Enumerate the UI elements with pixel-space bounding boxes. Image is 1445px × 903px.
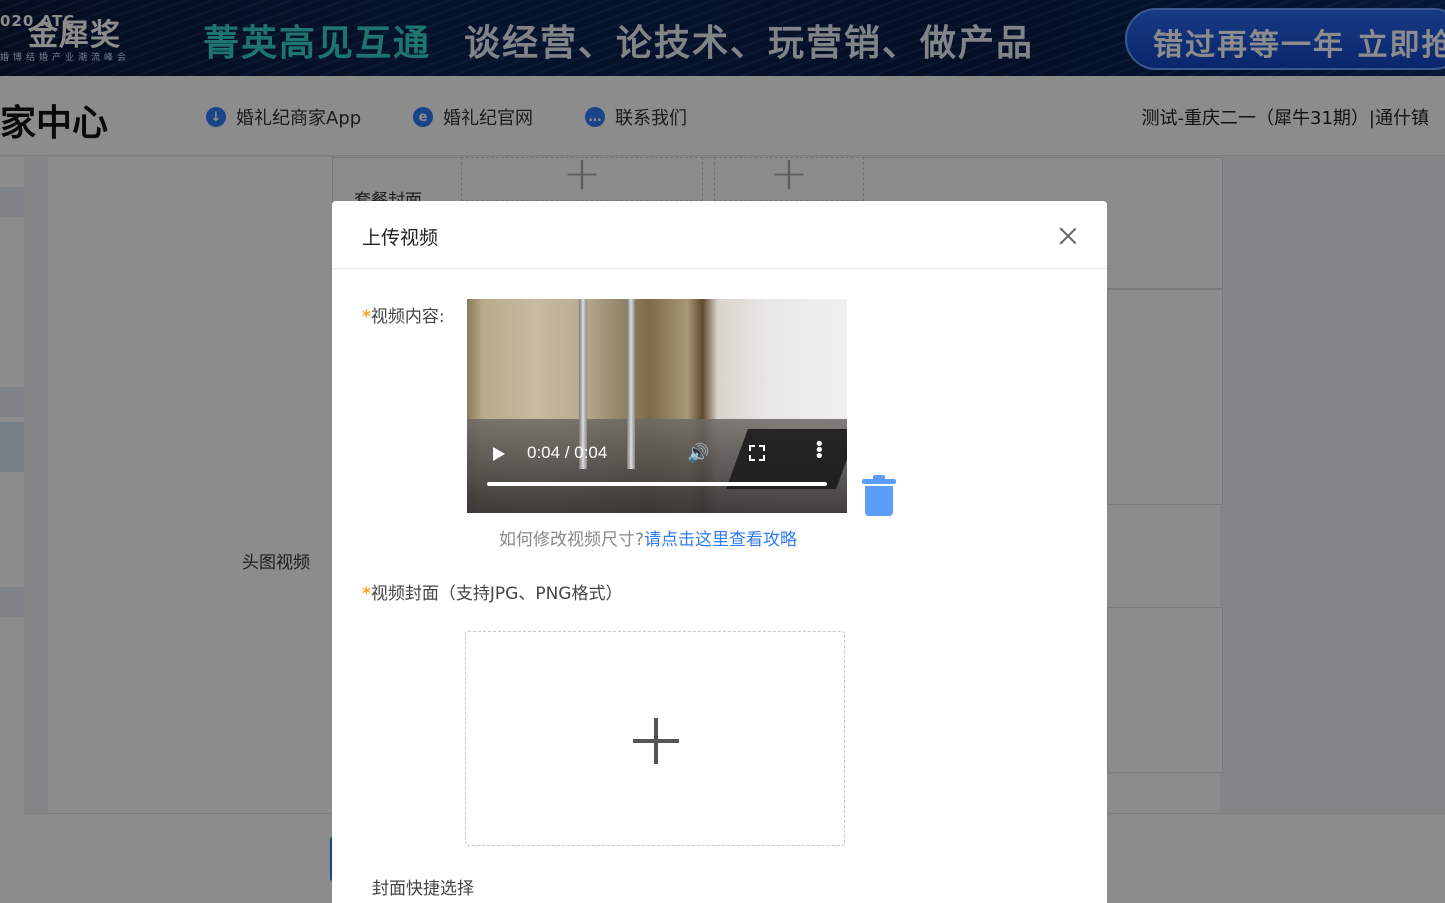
dialog-title: 上传视频 (362, 227, 439, 249)
play-icon[interactable] (493, 447, 505, 461)
plus-icon-vertical (654, 718, 658, 764)
video-player[interactable]: 0:04 / 0:04 🔊 • • • (467, 299, 847, 513)
delete-video-icon[interactable] (862, 475, 896, 517)
required-mark: * (362, 584, 371, 604)
video-time: 0:04 / 0:04 (527, 443, 608, 462)
trash-body (865, 486, 893, 516)
trash-lid (862, 479, 896, 484)
more-options-icon[interactable]: • • • (814, 436, 825, 466)
help-guide-link[interactable]: 请点击这里查看攻略 (644, 530, 797, 550)
video-size-help: 如何修改视频尺寸?请点击这里查看攻略 (499, 525, 797, 550)
help-text: 如何修改视频尺寸? (499, 530, 645, 550)
video-cover-label: *视频封面（支持JPG、PNG格式） (362, 584, 623, 604)
cover-upload-box[interactable] (465, 631, 845, 846)
video-controls: 0:04 / 0:04 🔊 • • • (467, 436, 847, 513)
required-mark: * (362, 307, 371, 327)
fullscreen-icon[interactable] (749, 445, 765, 461)
video-content-label: *视频内容: (362, 307, 445, 327)
volume-icon[interactable]: 🔊 (687, 443, 709, 464)
close-icon[interactable] (1055, 223, 1081, 249)
upload-video-dialog: 上传视频 *视频内容: 0:04 / 0:04 🔊 • • • 如何修改视频尺寸?请… (332, 201, 1107, 903)
video-progress-bar[interactable] (487, 482, 827, 486)
cover-quick-select-label: 封面快捷选择 (372, 879, 474, 899)
dialog-header: 上传视频 (332, 201, 1107, 269)
